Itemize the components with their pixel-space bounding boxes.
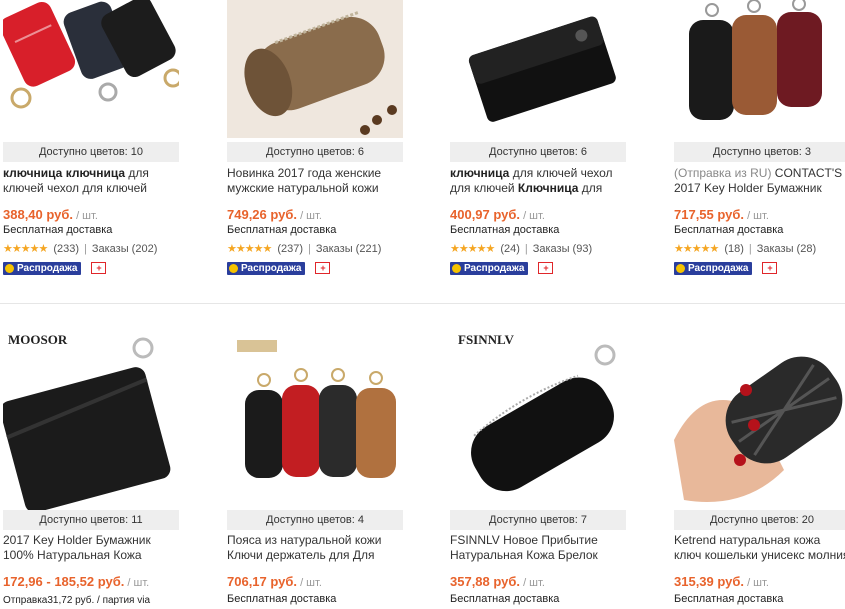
available-colors: Доступно цветов: 4	[227, 510, 403, 530]
sale-badge[interactable]: Распродажа	[674, 261, 753, 275]
star-rating-icon: ★★★★★	[450, 243, 495, 255]
sale-coin-icon	[452, 263, 461, 273]
rating-row: ★★★★★ (24) | Заказы (93)	[450, 242, 593, 256]
rating-row: ★★★★★ (237) | Заказы (221)	[227, 242, 382, 256]
product-image[interactable]	[674, 0, 845, 138]
delivery-info: Бесплатная доставка	[227, 224, 337, 236]
product-price: 315,39 руб. / шт.	[674, 574, 769, 589]
product-price: 400,97 руб. / шт.	[450, 207, 545, 222]
delivery-info: Бесплатная доставка	[227, 593, 337, 605]
product-price: 357,88 руб. / шт.	[450, 574, 545, 589]
product-price: 172,96 - 185,52 руб. / шт.	[3, 574, 150, 589]
product-price: 388,40 руб. / шт.	[3, 207, 98, 222]
badges: Распродажа +	[450, 261, 554, 275]
delivery-info: Отправка31,72 руб. / партия via	[3, 595, 151, 606]
brand-logo: FSINNLV	[458, 332, 514, 347]
product-image[interactable]: FSINNLV	[450, 320, 626, 510]
badges: Распродажа +	[674, 261, 778, 275]
reviews-count[interactable]: (233)	[53, 243, 79, 255]
brand-logo	[237, 340, 277, 352]
star-rating-icon: ★★★★★	[674, 243, 719, 255]
product-card[interactable]: Доступно цветов: 4 Пояса из натуральной …	[224, 310, 404, 609]
sale-coin-icon	[229, 263, 238, 273]
orders-count[interactable]: Заказы (28)	[757, 243, 816, 255]
star-rating-icon: ★★★★★	[227, 243, 272, 255]
product-image[interactable]	[227, 0, 403, 138]
product-image[interactable]	[227, 320, 403, 510]
gift-icon: +	[762, 262, 778, 274]
product-image[interactable]	[450, 0, 626, 138]
delivery-info: Бесплатная доставка	[674, 224, 784, 236]
orders-count[interactable]: Заказы (221)	[316, 243, 382, 255]
product-title[interactable]: Новинка 2017 года женские мужские натура…	[227, 166, 403, 196]
product-card[interactable]: Доступно цветов: 3 (Отправка из RU) CONT…	[671, 0, 845, 300]
gift-icon: +	[315, 262, 331, 274]
reviews-count[interactable]: (24)	[500, 243, 520, 255]
delivery-info: Бесплатная доставка	[450, 593, 560, 605]
product-card[interactable]: Доступно цветов: 6 ключница для ключей ч…	[447, 0, 627, 300]
available-colors: Доступно цветов: 6	[450, 142, 626, 162]
available-colors: Доступно цветов: 6	[227, 142, 403, 162]
product-title[interactable]: (Отправка из RU) CONTACT'S 2017 Key Hold…	[674, 166, 845, 196]
product-price: 749,26 руб. / шт.	[227, 207, 322, 222]
product-price: 706,17 руб. / шт.	[227, 574, 322, 589]
rating-row: ★★★★★ (233) | Заказы (202)	[3, 242, 158, 256]
available-colors: Доступно цветов: 11	[3, 510, 179, 530]
product-title[interactable]: Пояса из натуральной кожи Ключи держател…	[227, 533, 403, 563]
available-colors: Доступно цветов: 3	[674, 142, 845, 162]
orders-count[interactable]: Заказы (93)	[533, 243, 592, 255]
delivery-info: Бесплатная доставка	[3, 224, 113, 236]
sale-badge[interactable]: Распродажа	[450, 261, 529, 275]
product-title[interactable]: ключница ключница для ключей чехол для к…	[3, 166, 179, 196]
gift-icon: +	[538, 262, 554, 274]
product-card[interactable]: MOOSOR Доступно цветов: 11 2017 Key Hold…	[0, 310, 180, 609]
product-title[interactable]: Ketrend натуральная кожа ключ кошельки у…	[674, 533, 845, 563]
gift-icon: +	[91, 262, 107, 274]
product-card[interactable]: FSINNLV Доступно цветов: 7 FSINNLV Новое…	[447, 310, 627, 609]
sale-badge[interactable]: Распродажа	[227, 261, 306, 275]
product-title[interactable]: ключница для ключей чехол для ключей Клю…	[450, 166, 626, 196]
available-colors: Доступно цветов: 20	[674, 510, 845, 530]
product-image[interactable]	[674, 320, 845, 510]
sale-coin-icon	[5, 263, 14, 273]
delivery-info: Бесплатная доставка	[674, 593, 784, 605]
badges: Распродажа +	[227, 261, 331, 275]
row-divider	[0, 303, 845, 304]
product-image[interactable]	[3, 0, 179, 138]
product-image[interactable]: MOOSOR	[3, 320, 179, 510]
sale-badge[interactable]: Распродажа	[3, 261, 82, 275]
star-rating-icon: ★★★★★	[3, 243, 48, 255]
reviews-count[interactable]: (18)	[724, 243, 744, 255]
sale-coin-icon	[676, 263, 685, 273]
product-title[interactable]: FSINNLV Новое Прибытие Натуральная Кожа …	[450, 533, 626, 563]
delivery-info: Бесплатная доставка	[450, 224, 560, 236]
reviews-count[interactable]: (237)	[277, 243, 303, 255]
available-colors: Доступно цветов: 7	[450, 510, 626, 530]
product-card[interactable]: Доступно цветов: 10 ключница ключница дл…	[0, 0, 180, 300]
product-price: 717,55 руб. / шт.	[674, 207, 769, 222]
product-card[interactable]: Доступно цветов: 20 Ketrend натуральная …	[671, 310, 845, 609]
brand-logo: MOOSOR	[8, 332, 68, 347]
product-card[interactable]: Доступно цветов: 6 Новинка 2017 года жен…	[224, 0, 404, 300]
rating-row: ★★★★★ (18) | Заказы (28)	[674, 242, 817, 256]
available-colors: Доступно цветов: 10	[3, 142, 179, 162]
badges: Распродажа +	[3, 261, 107, 275]
orders-count[interactable]: Заказы (202)	[92, 243, 158, 255]
product-title[interactable]: 2017 Key Holder Бумажник 100% Натуральна…	[3, 533, 179, 563]
